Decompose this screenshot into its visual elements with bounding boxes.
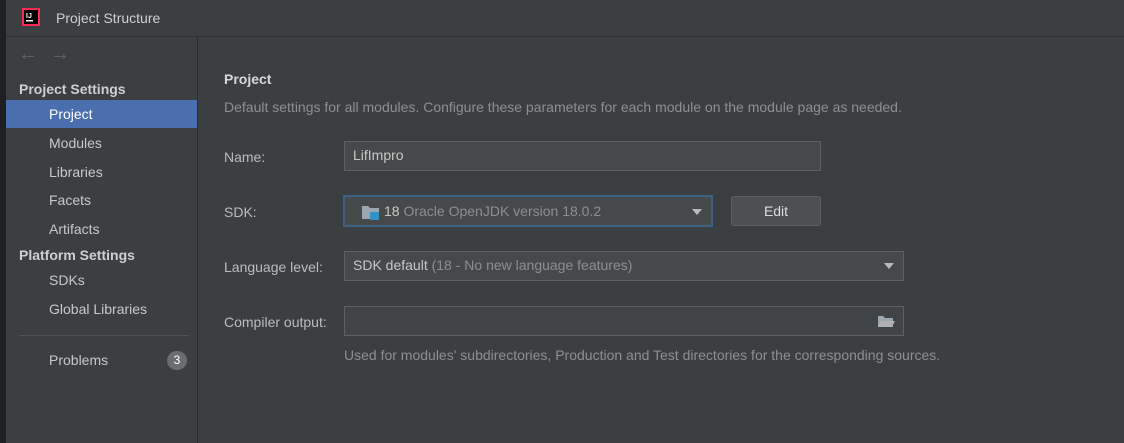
- sdk-edit-button[interactable]: Edit: [731, 196, 821, 226]
- language-level-dropdown[interactable]: SDK default (18 - No new language featur…: [344, 251, 904, 281]
- sidebar-item-libraries[interactable]: Libraries: [6, 158, 197, 186]
- language-level-label: Language level:: [224, 259, 323, 275]
- project-settings-header: Project Settings: [19, 81, 126, 97]
- sdk-label: SDK:: [224, 204, 257, 220]
- name-value: LifImpro: [353, 147, 404, 163]
- problems-label: Problems: [49, 352, 109, 368]
- name-label: Name:: [224, 149, 266, 165]
- title-bar: IJ Project Structure: [6, 0, 1124, 37]
- sdk-version: 18: [384, 203, 400, 219]
- sidebar-item-modules[interactable]: Modules: [6, 129, 197, 157]
- sidebar: ← → Project Settings Project Modules Lib…: [6, 37, 198, 443]
- browse-folder-icon[interactable]: [877, 314, 895, 329]
- chevron-down-icon: [692, 209, 702, 215]
- project-structure-window: IJ Project Structure ← → Project Setting…: [6, 0, 1124, 443]
- sidebar-item-global-libraries[interactable]: Global Libraries: [6, 295, 197, 323]
- page-description: Default settings for all modules. Config…: [224, 99, 902, 115]
- problems-count-badge: 3: [167, 351, 187, 370]
- language-level-value: SDK default: [353, 257, 428, 273]
- sidebar-item-project[interactable]: Project: [6, 100, 197, 128]
- platform-settings-header: Platform Settings: [19, 247, 135, 263]
- compiler-output-field[interactable]: [344, 306, 904, 336]
- compiler-output-hint: Used for modules' subdirectories, Produc…: [344, 347, 941, 363]
- intellij-app-icon: IJ: [22, 8, 40, 26]
- sidebar-item-facets[interactable]: Facets: [6, 186, 197, 214]
- compiler-output-label: Compiler output:: [224, 314, 327, 330]
- sidebar-item-problems[interactable]: Problems 3: [6, 346, 197, 374]
- window-title: Project Structure: [56, 10, 161, 26]
- sidebar-item-artifacts[interactable]: Artifacts: [6, 215, 197, 243]
- project-settings-panel: Project Default settings for all modules…: [198, 37, 1124, 443]
- sidebar-item-sdks[interactable]: SDKs: [6, 266, 197, 294]
- sdk-dropdown[interactable]: 18 Oracle OpenJDK version 18.0.2: [343, 195, 713, 227]
- svg-text:IJ: IJ: [26, 13, 32, 20]
- name-field[interactable]: LifImpro: [344, 141, 821, 171]
- sdk-detail: Oracle OpenJDK version 18.0.2: [403, 203, 602, 219]
- chevron-down-icon: [884, 263, 894, 269]
- back-arrow-icon[interactable]: ←: [18, 44, 38, 64]
- jdk-folder-icon: [362, 206, 379, 220]
- page-title: Project: [224, 71, 272, 87]
- language-level-detail: (18 - No new language features): [431, 257, 633, 273]
- sidebar-divider: [19, 335, 189, 336]
- forward-arrow-icon[interactable]: →: [50, 44, 70, 64]
